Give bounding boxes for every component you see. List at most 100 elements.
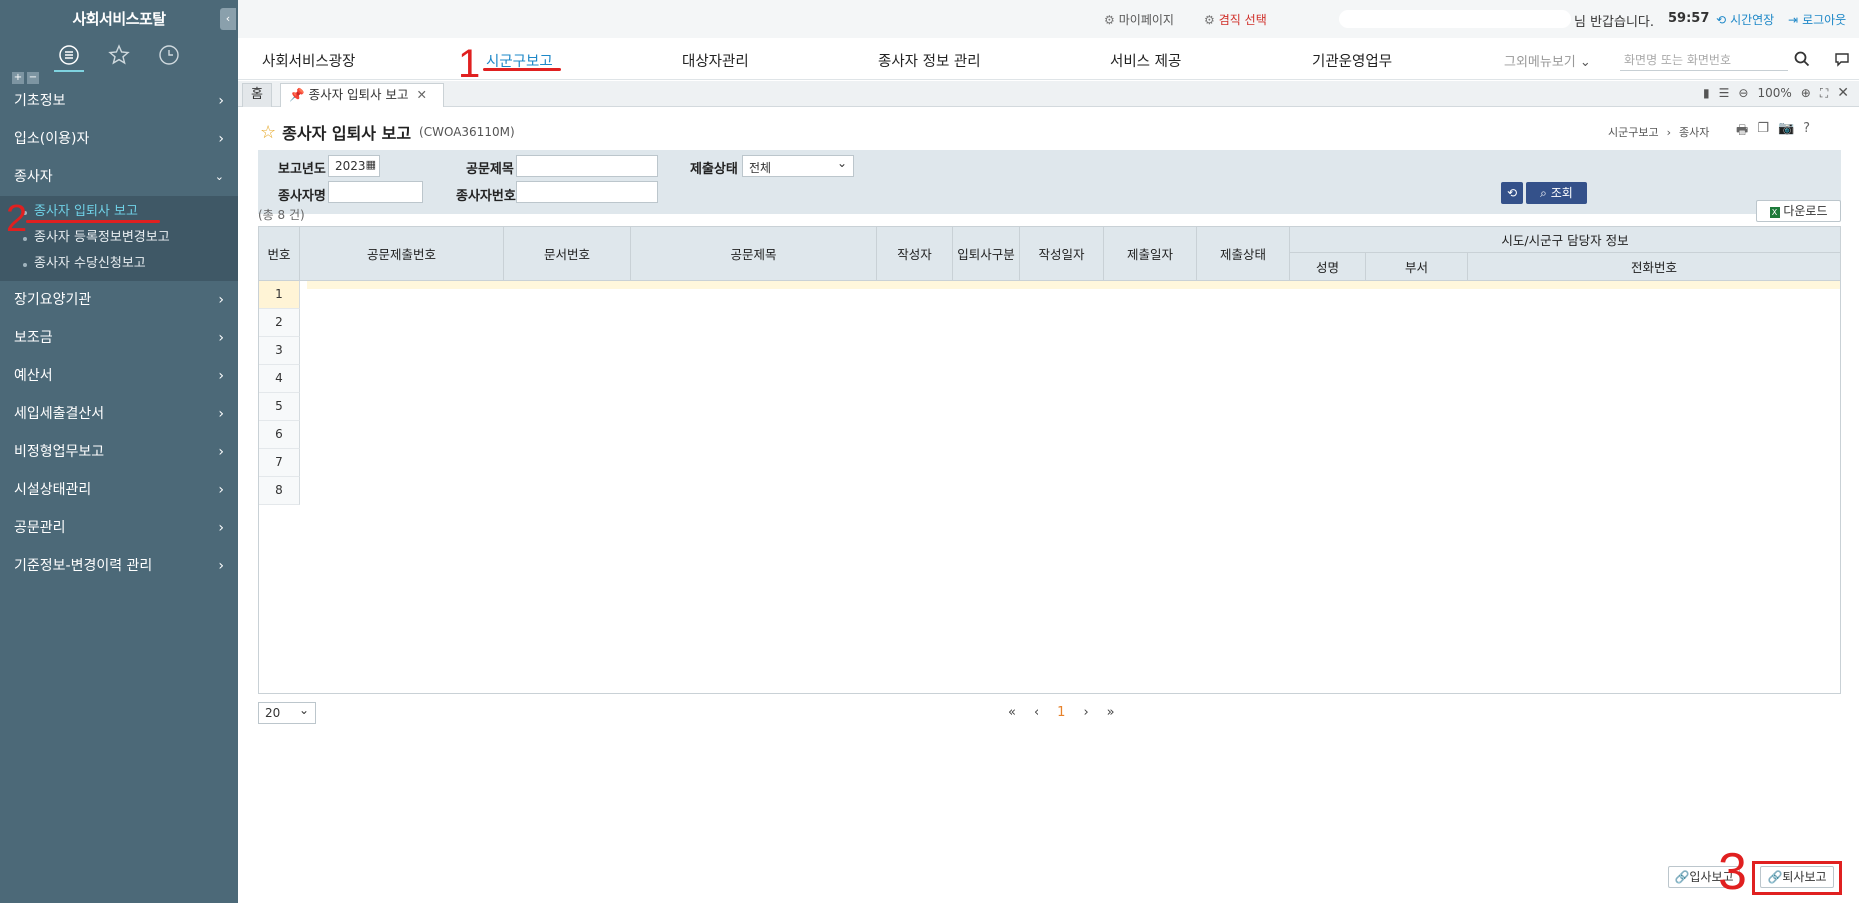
col-header[interactable]: 작성자 [877,227,953,280]
sidebar-item-workers[interactable]: 종사자 ⌄ [0,158,238,196]
status-select[interactable]: 전체 ⌄ [742,155,854,177]
fullscreen-icon[interactable]: ⛶ [1820,86,1828,101]
main-navigation: 사회서비스광장 시군구보고 대상자관리 종사자 정보 관리 서비스 제공 기관운… [238,38,1859,80]
chat-icon[interactable] [1834,51,1850,67]
last-page-icon[interactable]: » [1107,705,1115,720]
sidebar-item-residents[interactable]: 입소(이용)자 › [0,120,238,158]
row-number[interactable]: 5 [259,393,300,421]
tab-home[interactable]: 홈 [242,83,272,107]
col-header[interactable]: 부서 [1366,253,1468,280]
sidebar-item-budget[interactable]: 예산서 › [0,357,238,395]
nav-worker-info[interactable]: 종사자 정보 관리 [878,50,981,71]
col-header[interactable]: 문서번호 [504,227,631,280]
camera-icon[interactable]: 📷 [1778,121,1794,143]
sidebar-item-subsidy[interactable]: 보조금 › [0,319,238,357]
screen-search-input[interactable]: 화면명 또는 화면번호 [1620,48,1788,71]
star-icon[interactable]: ☆ [260,122,276,143]
col-header[interactable]: 제출일자 [1104,227,1197,280]
reset-button[interactable]: ⟲ [1501,182,1523,204]
row-number[interactable]: 1 [259,281,300,309]
menu-list-icon [59,45,79,65]
help-icon[interactable]: ? [1803,121,1810,143]
gear-icon: ⚙ [1104,12,1115,27]
row-number[interactable]: 8 [259,477,300,505]
nav-social-service-plaza[interactable]: 사회서비스광장 [262,50,355,71]
col-header[interactable]: 번호 [259,227,300,280]
col-header[interactable]: 성명 [1290,253,1366,280]
nav-service-provision[interactable]: 서비스 제공 [1110,50,1181,71]
row-number[interactable]: 7 [259,449,300,477]
download-button[interactable]: X 다운로드 [1756,200,1841,222]
doc-title-input[interactable] [516,155,658,177]
col-header[interactable]: 전화번호 [1468,253,1840,280]
group-header: 시도/시군구 담당자 정보 [1290,227,1840,253]
current-page[interactable]: 1 [1057,705,1065,720]
bookmark-icon[interactable]: ▮ [1703,86,1710,100]
extend-session-button[interactable]: ⟲ 시간연장 [1716,11,1774,28]
nav-client-management[interactable]: 대상자관리 [682,50,749,71]
col-header[interactable]: 제출상태 [1197,227,1290,280]
sidebar-item-label: 기초정보 [14,93,66,109]
nav-agency-operations[interactable]: 기관운영업무 [1312,50,1392,71]
sidebar-subitem-worker-allowance[interactable]: 종사자 수당신청보고 [0,251,238,277]
print-icon[interactable]: 🖶 [1736,121,1748,143]
duty-select-link[interactable]: ⚙ 겸직 선택 [1204,11,1267,28]
chevron-right-icon: › [1666,125,1672,139]
worker-name-label: 종사자명 [278,189,326,204]
list-view-icon[interactable]: ☰ [1719,86,1730,100]
sidebar-icon-tabs [0,36,238,72]
sidebar-item-long-term-care[interactable]: 장기요양기관 › [0,281,238,319]
year-value: 2023 [335,159,366,173]
grid-header: 번호 공문제출번호 문서번호 공문제목 작성자 입퇴사구분 작성일자 제출일자 … [259,227,1840,281]
main-content: ☆ 종사자 입퇴사 보고 (CWOA36110M) 시군구보고 › 종사자 🖶 … [238,108,1859,903]
breadcrumb-item[interactable]: 종사자 [1679,124,1709,140]
chevron-down-icon: ⌄ [214,170,224,183]
sidebar-item-settlement[interactable]: 세입세출결산서 › [0,395,238,433]
row-number[interactable]: 3 [259,337,300,365]
zoom-in-icon[interactable]: ⊕ [1801,86,1811,100]
sidebar-item-standard-info-history[interactable]: 기준정보-변경이력 관리 › [0,547,238,585]
breadcrumb-item[interactable]: 시군구보고 [1608,124,1659,140]
menu-list-tab[interactable] [54,40,84,72]
col-header[interactable]: 입퇴사구분 [953,227,1020,280]
year-field[interactable]: 2023 ▦ [328,155,380,177]
tab-current-page[interactable]: 📌 종사자 입퇴사 보고 ✕ [280,83,444,107]
col-header[interactable]: 작성일자 [1020,227,1104,280]
search-icon[interactable] [1794,51,1810,67]
sidebar-item-basic-info[interactable]: 기초정보 › [0,82,238,120]
zoom-out-icon[interactable]: ⊖ [1738,86,1748,100]
row-number[interactable]: 4 [259,365,300,393]
first-page-icon[interactable]: « [1008,705,1016,720]
worker-name-input[interactable] [328,181,423,203]
prev-page-icon[interactable]: ‹ [1034,705,1039,720]
row-number[interactable]: 2 [259,309,300,337]
tab-strip: 홈 📌 종사자 입퇴사 보고 ✕ ▮ ☰ ⊖ 100% ⊕ ⛶ ✕ [238,81,1859,107]
sidebar-subitem-worker-info-change[interactable]: 종사자 등록정보변경보고 [0,225,238,251]
sidebar-item-irregular-report[interactable]: 비정형업무보고 › [0,433,238,471]
row-number[interactable]: 6 [259,421,300,449]
sidebar-item-official-docs[interactable]: 공문관리 › [0,509,238,547]
recent-tab[interactable] [154,40,184,70]
worker-number-input[interactable] [516,181,658,203]
calendar-icon[interactable]: ▦ [366,158,376,171]
more-menu-button[interactable]: 그외메뉴보기 ⌄ [1504,51,1591,70]
close-all-icon[interactable]: ✕ [1837,85,1849,101]
col-header[interactable]: 공문제출번호 [300,227,504,280]
logout-button[interactable]: ⇥ 로그아웃 [1788,11,1846,28]
next-page-icon[interactable]: › [1083,705,1088,720]
copy-icon[interactable]: ❐ [1757,121,1769,143]
sidebar-collapse-button[interactable]: ‹ [220,8,236,30]
mypage-link[interactable]: ⚙ 마이페이지 [1104,11,1174,28]
chevron-right-icon: › [218,558,224,574]
close-icon[interactable]: ✕ [417,87,427,102]
year-label: 보고년도 [278,162,326,177]
page-size-select[interactable]: 20 ⌄ [258,702,316,724]
page-size-value: 20 [265,706,281,720]
sidebar-item-label: 종사자 [14,169,53,185]
search-button[interactable]: ⌕ 조회 [1526,182,1587,204]
favorites-tab[interactable] [104,40,134,70]
logout-label: 로그아웃 [1802,13,1847,27]
user-name-masked [1339,10,1571,28]
sidebar-item-facility-status[interactable]: 시설상태관리 › [0,471,238,509]
col-header[interactable]: 공문제목 [631,227,877,280]
